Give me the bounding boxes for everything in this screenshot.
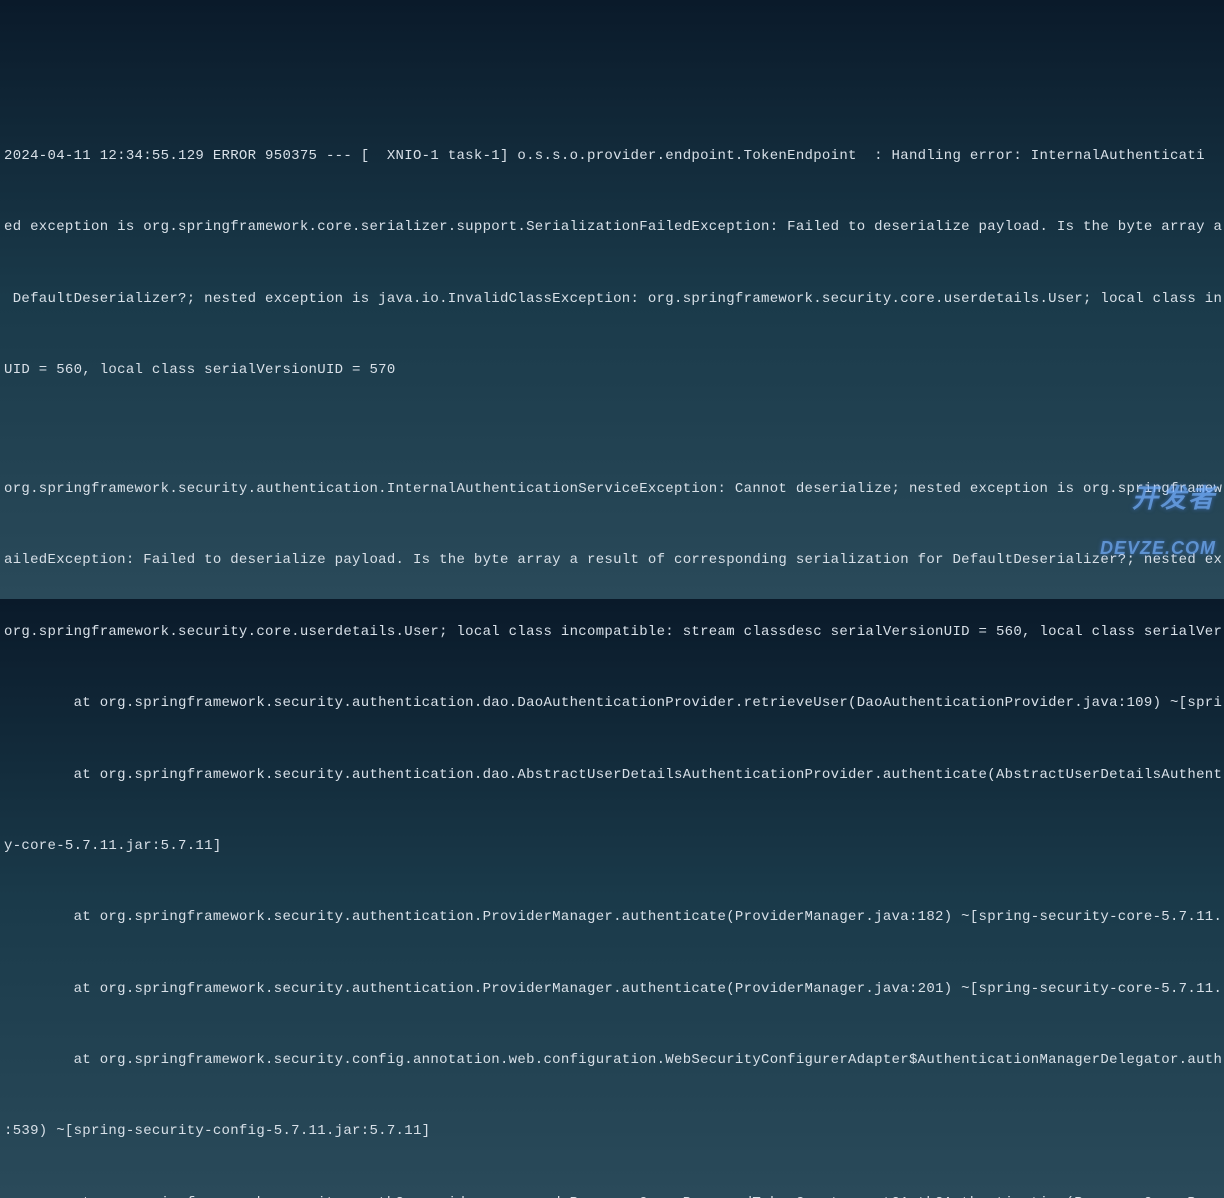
log-line: at org.springframework.security.oauth2.p… [4,1192,1220,1198]
log-line: ed exception is org.springframework.core… [4,216,1220,240]
log-line: UID = 560, local class serialVersionUID … [4,359,1220,383]
log-line: org.springframework.security.authenticat… [4,478,1220,502]
log-line: at org.springframework.security.authenti… [4,906,1220,930]
terminal-log-output: 2024-04-11 12:34:55.129 ERROR 950375 ---… [4,97,1220,1198]
log-line: ailedException: Failed to deserialize pa… [4,549,1220,573]
log-line: at org.springframework.security.config.a… [4,1049,1220,1073]
log-line: at org.springframework.security.authenti… [4,978,1220,1002]
log-line: y-core-5.7.11.jar:5.7.11] [4,835,1220,859]
log-line: at org.springframework.security.authenti… [4,764,1220,788]
log-line: :539) ~[spring-security-config-5.7.11.ja… [4,1120,1220,1144]
log-line: at org.springframework.security.authenti… [4,692,1220,716]
log-line: 2024-04-11 12:34:55.129 ERROR 950375 ---… [4,145,1220,169]
log-line: DefaultDeserializer?; nested exception i… [4,288,1220,312]
log-line: org.springframework.security.core.userde… [4,621,1220,645]
